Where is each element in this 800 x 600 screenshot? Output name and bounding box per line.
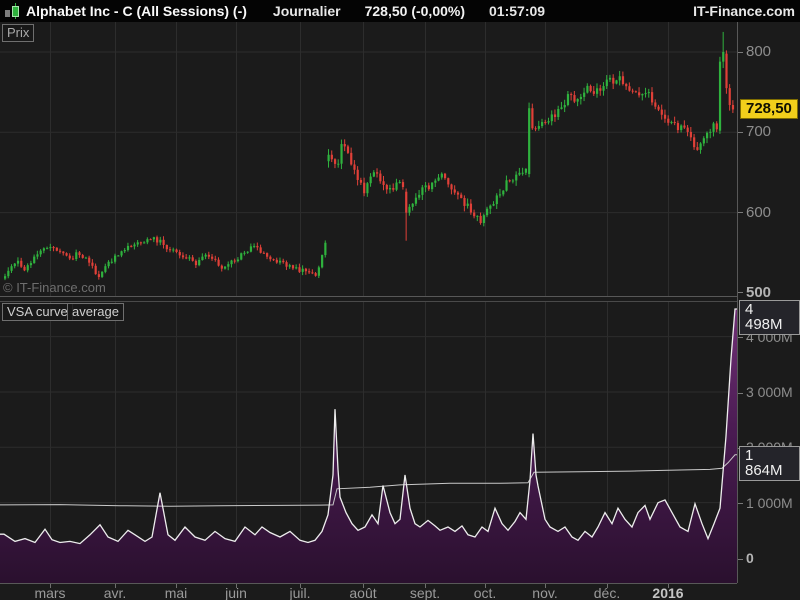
time-axis-label: déc.: [593, 585, 621, 600]
vsa-value-badge: 4 498M: [739, 300, 800, 336]
time-axis-label: avr.: [103, 585, 127, 600]
time-axis-label: mars: [34, 585, 66, 600]
volume-panel[interactable]: VSA curve average: [0, 302, 737, 583]
watermark: © IT-Finance.com: [3, 280, 106, 295]
candlestick-chart-icon: [3, 2, 22, 20]
price-axis-tick: 600: [738, 204, 800, 221]
time-axis-label: juin: [225, 585, 247, 600]
time-axis-label: nov.: [532, 585, 558, 600]
time-axis-label: oct.: [473, 585, 497, 600]
volume-axis-tick: 0: [738, 550, 800, 566]
chart-application-window: Alphabet Inc - C (All Sessions) (-) Jour…: [0, 0, 800, 600]
volume-axis-tick: 3 000M: [738, 384, 800, 400]
clock-label: 01:57:09: [489, 3, 546, 19]
brand-label: IT-Finance.com: [693, 3, 795, 19]
price-axis[interactable]: 800 700 600 500: [738, 22, 800, 300]
price-chart[interactable]: [0, 22, 737, 296]
time-axis-label: mai: [164, 585, 188, 600]
time-axis[interactable]: mars avr. mai juin juil. août sept. oct. nov. déc…: [0, 584, 737, 600]
current-price-badge: 728,50: [740, 99, 798, 120]
last-price-change-label: 728,50 (-0,00%): [364, 3, 466, 19]
panel-separator[interactable]: [0, 296, 737, 297]
price-axis-tick: 700: [738, 124, 800, 140]
price-axis-tick: 500: [738, 284, 800, 301]
time-axis-label: sept.: [409, 585, 441, 600]
price-panel[interactable]: Prix © IT-Finance.com: [0, 22, 737, 296]
time-axis-label: 2016: [652, 585, 684, 600]
volume-chart[interactable]: [0, 302, 737, 583]
volume-axis-tick: 1 000M: [738, 495, 800, 511]
average-value-badge: 1 864M: [739, 445, 800, 481]
price-axis-tick: 800: [738, 44, 800, 60]
timeframe-label[interactable]: Journalier: [273, 3, 341, 19]
average-indicator-tag[interactable]: average: [67, 303, 124, 321]
title-bar: Alphabet Inc - C (All Sessions) (-) Jour…: [0, 0, 800, 23]
time-axis-label: juil.: [289, 585, 311, 600]
time-axis-label: août: [349, 585, 377, 600]
instrument-title: Alphabet Inc - C (All Sessions) (-): [26, 3, 247, 19]
vsa-curve-indicator-tag[interactable]: VSA curve: [2, 303, 73, 321]
volume-axis[interactable]: 4 000M3 000M2 000M1 000M0: [738, 302, 800, 583]
price-indicator-tag[interactable]: Prix: [2, 24, 35, 42]
